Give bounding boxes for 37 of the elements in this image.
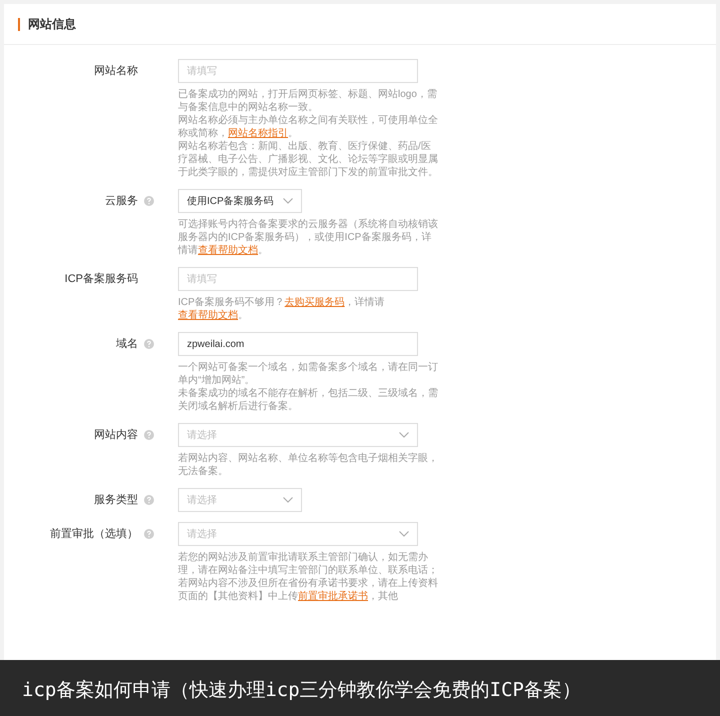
help-link[interactable]: 去购买服务码 (284, 297, 345, 308)
help-link[interactable]: 查看帮助文档 (198, 245, 258, 256)
section-accent-bar (18, 18, 20, 30)
caption-text: icp备案如何申请（快速办理icp三分钟教你学会免费的ICP备案） (22, 678, 581, 703)
section-title: 网站信息 (28, 16, 76, 33)
select-field[interactable]: 请选择 (178, 522, 418, 546)
chevron-down-icon (283, 198, 293, 204)
help-link[interactable]: 网站名称指引 (228, 128, 288, 139)
help-icon[interactable] (144, 529, 154, 539)
chevron-down-icon (399, 531, 409, 537)
field-label: ICP备案服务码 (64, 272, 138, 287)
help-icon[interactable] (144, 430, 154, 440)
chevron-down-icon (399, 432, 409, 438)
field-label: 网站名称 (94, 64, 138, 79)
select-field[interactable]: 请选择 (178, 488, 302, 512)
help-link[interactable]: 查看帮助文档 (178, 310, 238, 321)
field-label: 前置审批（选填） (50, 526, 138, 542)
text-field[interactable]: 请填写 (178, 267, 418, 291)
text-field[interactable]: zpweilai.com (178, 332, 418, 356)
help-text: 若您的网站涉及前置审批请联系主管部门确认，如无需办理，请在网站备注中填写主管部门的联系单位、联系电话；若网站内容不涉及但所在省份有承诺书要求，请在上传资料页面的【其他资料】中上传前置审批承诺书，其他 (178, 551, 439, 603)
text-field[interactable]: 请填写 (178, 59, 418, 83)
select-field[interactable]: 请选择 (178, 423, 418, 447)
help-icon[interactable] (144, 339, 154, 349)
field-label: 域名 (116, 336, 138, 352)
help-text: ICP备案服务码不够用？去购买服务码，详情请 查看帮助文档。 (178, 296, 386, 322)
help-text: 若网站内容、网站名称、单位名称等包含电子烟相关字眼，无法备案。 (178, 452, 439, 478)
field-label: 服务类型 (94, 492, 138, 508)
field-label: 云服务 (105, 194, 138, 209)
help-link[interactable]: 前置审批承诺书 (298, 591, 368, 602)
help-text: 可选择账号内符合备案要求的云服务器（系统将自动核销该服务器内的ICP备案服务码），或使用ICP备案服务码，详情请查看帮助文档。 (178, 218, 439, 257)
help-icon[interactable] (144, 495, 154, 505)
select-field[interactable]: 使用ICP备案服务码 (178, 189, 302, 213)
field-label: 网站内容 (94, 428, 138, 443)
chevron-down-icon (283, 497, 293, 503)
help-text: 已备案成功的网站，打开后网页标签、标题、网站logo，需与备案信息中的网站名称一致。 网站名称必须与主办单位名称之间有关联性，可使用单位全称或简称，网站名称指引。 网站名称若包含：新闻、出版、教育、医疗保健、药品/医疗器械、电子公告、广播影视、文化、论坛等字眼或明显属于此类字眼的，需提供对应主管部门下发的前置审批文件。 (178, 88, 439, 179)
help-text: 一个网站可备案一个域名，如需备案多个域名，请在同一订单内“增加网站”。 未备案成功的域名不能存在解析，包括二级、三级域名，需关闭域名解析后进行备案。 (178, 361, 439, 413)
help-icon[interactable] (144, 196, 154, 206)
